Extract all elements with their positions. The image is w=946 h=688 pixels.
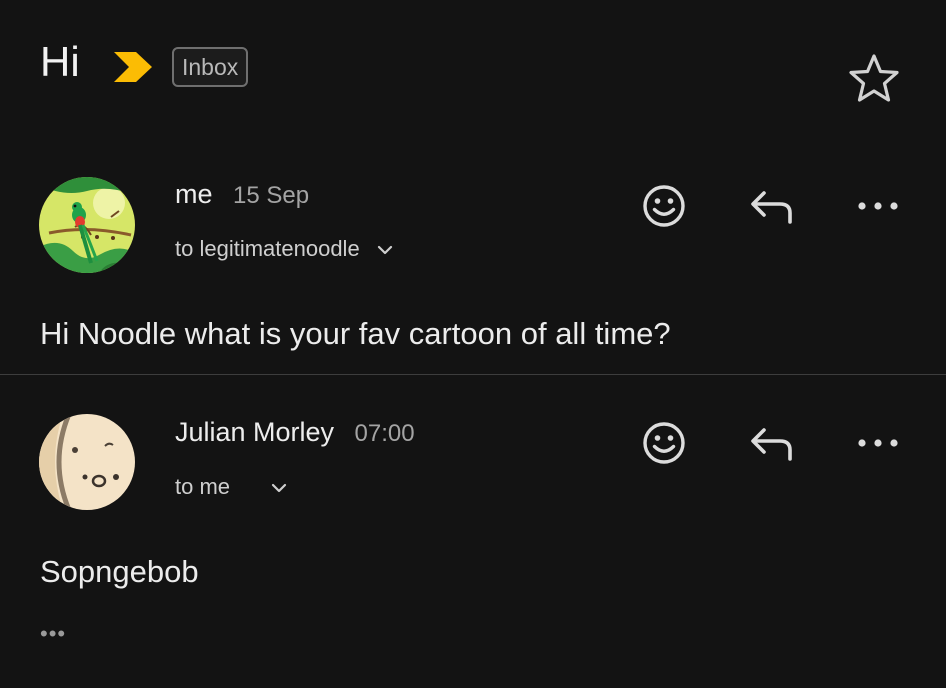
message-date: 15 Sep — [232, 182, 310, 209]
emoji-react-icon[interactable] — [640, 419, 688, 467]
show-trimmed-content-button[interactable]: ••• — [40, 621, 66, 647]
reply-icon[interactable] — [748, 182, 796, 230]
chevron-down-icon — [272, 484, 287, 493]
sender-name[interactable]: me — [175, 179, 213, 209]
label-chip-inbox[interactable]: Inbox — [172, 47, 249, 87]
emoji-react-icon[interactable] — [640, 182, 688, 230]
recipients-text: to me — [175, 474, 231, 499]
star-icon[interactable] — [848, 53, 900, 103]
avatar-me[interactable] — [39, 177, 135, 273]
avatar-julian-morley[interactable] — [39, 414, 135, 510]
importance-marker-icon[interactable] — [112, 50, 154, 84]
quetzal-bird-avatar-image — [39, 177, 135, 273]
reply-icon[interactable] — [748, 419, 796, 467]
chevron-down-icon — [377, 246, 392, 255]
message-body: Sopngebob — [40, 554, 199, 589]
message-body: Hi Noodle what is your fav cartoon of al… — [40, 316, 671, 351]
recipients-toggle[interactable]: to me — [175, 472, 288, 502]
more-options-icon[interactable] — [854, 419, 902, 467]
message-date: 07:00 — [354, 420, 415, 447]
cartoon-face-avatar-image — [39, 414, 135, 510]
sender-name[interactable]: Julian Morley — [175, 417, 334, 447]
more-options-icon[interactable] — [854, 182, 902, 230]
recipients-toggle[interactable]: to legitimatenoodle — [175, 234, 394, 264]
recipients-text: to legitimatenoodle — [175, 236, 360, 261]
email-subject: Hi — [40, 38, 80, 85]
message-divider — [0, 374, 946, 375]
